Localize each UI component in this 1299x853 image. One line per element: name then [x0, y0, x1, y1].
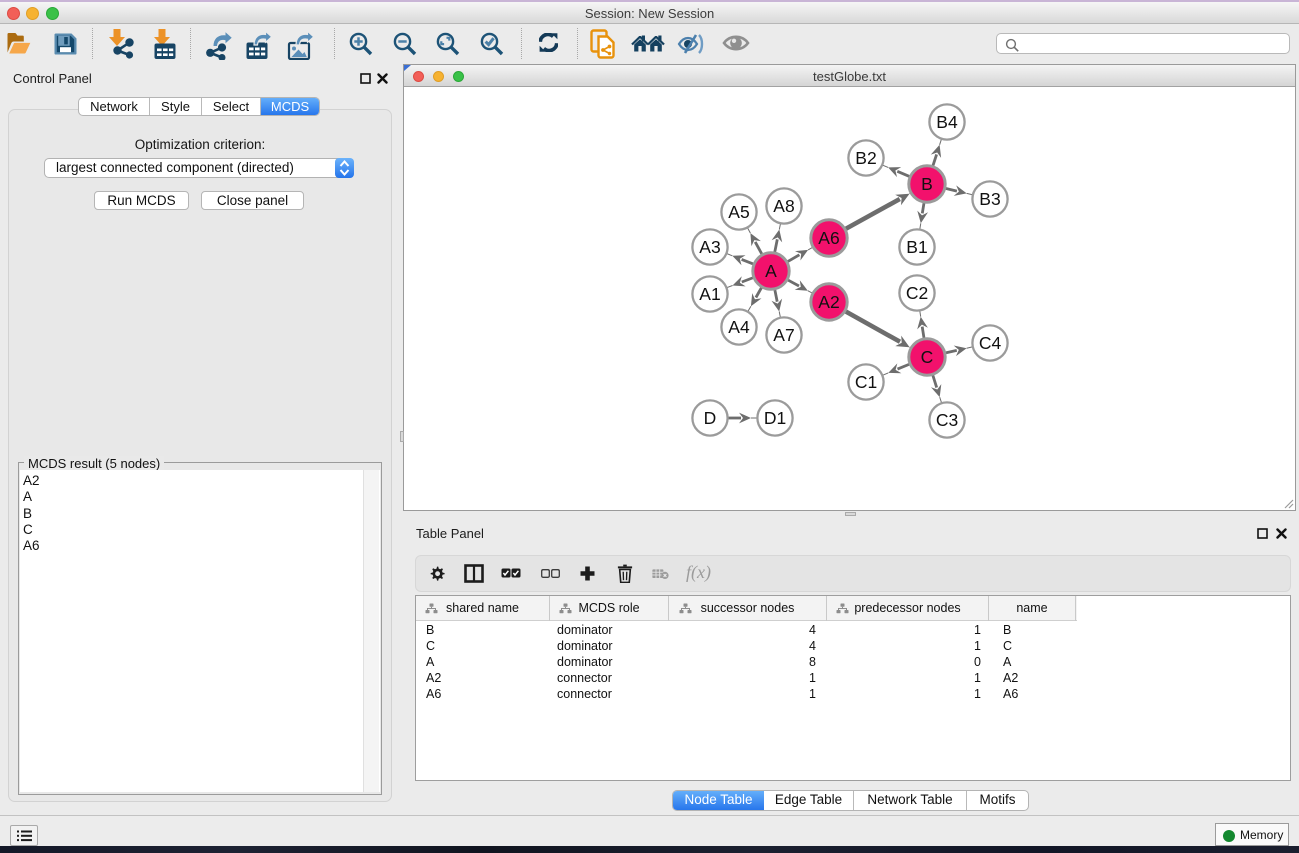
- svg-text:B1: B1: [906, 237, 927, 257]
- svg-text:A5: A5: [728, 202, 749, 222]
- svg-text:C1: C1: [855, 372, 877, 392]
- svg-text:A3: A3: [699, 237, 720, 257]
- svg-text:C4: C4: [979, 333, 1002, 353]
- svg-text:A1: A1: [699, 284, 720, 304]
- svg-text:C: C: [921, 347, 934, 367]
- svg-text:A: A: [765, 261, 777, 281]
- svg-text:B: B: [921, 174, 933, 194]
- svg-text:D: D: [704, 408, 717, 428]
- svg-text:C2: C2: [906, 283, 928, 303]
- svg-text:A6: A6: [818, 228, 839, 248]
- svg-text:D1: D1: [764, 408, 786, 428]
- svg-text:A2: A2: [818, 292, 839, 312]
- svg-text:B3: B3: [979, 189, 1000, 209]
- svg-text:A8: A8: [773, 196, 794, 216]
- svg-text:B4: B4: [936, 112, 958, 132]
- svg-text:B2: B2: [855, 148, 876, 168]
- svg-text:C3: C3: [936, 410, 958, 430]
- svg-text:A7: A7: [773, 325, 794, 345]
- svg-text:A4: A4: [728, 317, 750, 337]
